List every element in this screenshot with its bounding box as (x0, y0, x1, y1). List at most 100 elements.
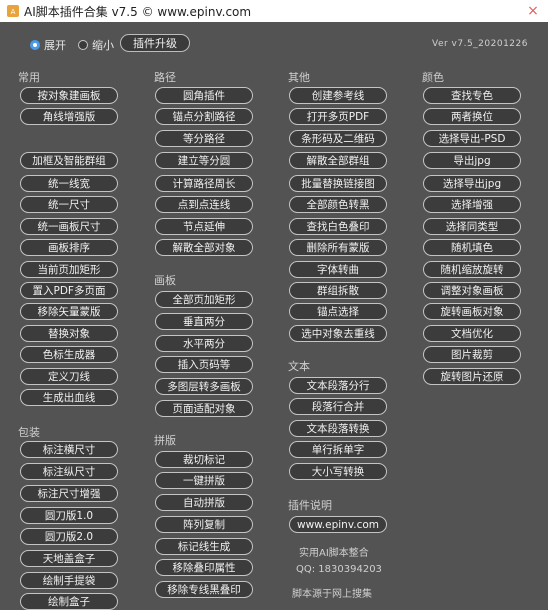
tool-button[interactable]: 角线增强版 (20, 108, 118, 125)
tool-button[interactable]: 标记线生成 (155, 538, 253, 555)
tool-button[interactable]: 生成出血线 (20, 389, 118, 406)
tool-button[interactable]: 打开多页PDF (289, 108, 387, 125)
tool-button[interactable]: 选择增强 (423, 196, 521, 213)
tool-button[interactable]: 色标生成器 (20, 346, 118, 363)
tool-button[interactable]: 查找专色 (423, 87, 521, 104)
tool-button[interactable]: 统一画板尺寸 (20, 218, 118, 235)
tool-button[interactable]: 点到点连线 (155, 196, 253, 213)
tool-button[interactable]: 旋转图片还原 (423, 368, 521, 385)
tool-button[interactable]: 移除专线黑叠印 (155, 581, 253, 598)
tool-button[interactable]: 等分路径 (155, 130, 253, 147)
tool-button[interactable]: 段落行合并 (289, 398, 387, 415)
tool-button[interactable]: 加框及智能群组 (20, 152, 118, 169)
tool-button[interactable]: 群组拆散 (289, 282, 387, 299)
tool-button[interactable]: 水平两分 (155, 335, 253, 352)
tool-button[interactable]: 绘制手提袋 (20, 572, 118, 589)
tool-button[interactable]: 选中对象去重线 (289, 325, 387, 342)
collapse-radio[interactable]: 缩小 (78, 37, 114, 53)
tool-button[interactable]: 导出jpg (423, 152, 521, 169)
window-title: AI脚本插件合集 v7.5 © www.epinv.com (24, 4, 252, 19)
info-line: QQ: 1830394203 (296, 564, 382, 575)
tool-button[interactable]: 调整对象画板 (423, 282, 521, 299)
tool-button[interactable]: 裁切标记 (155, 451, 253, 468)
tool-button[interactable]: 随机缩放旋转 (423, 261, 521, 278)
tool-button[interactable]: 旋转画板对象 (423, 303, 521, 320)
tool-button[interactable]: 绘制盒子 (20, 593, 118, 610)
tool-button[interactable]: 移除叠印属性 (155, 559, 253, 576)
tool-button[interactable]: 全部颜色转黑 (289, 196, 387, 213)
tool-button[interactable]: 圆角插件 (155, 87, 253, 104)
tool-button[interactable]: 置入PDF多页面 (20, 282, 118, 299)
tool-button[interactable]: 移除矢量蒙版 (20, 303, 118, 320)
tool-button[interactable]: 文本段落转换 (289, 420, 387, 437)
tool-button[interactable]: 节点延伸 (155, 218, 253, 235)
tool-button[interactable]: 选择导出-PSD (423, 130, 521, 147)
tool-button[interactable]: 删除所有蒙版 (289, 239, 387, 256)
tool-button[interactable]: 建立等分圆 (155, 152, 253, 169)
radio-unselected-icon (78, 40, 88, 50)
upgrade-button[interactable]: 插件升级 (120, 34, 190, 52)
tool-button[interactable]: 批量替换链接图 (289, 175, 387, 192)
tool-button[interactable]: 解散全部群组 (289, 152, 387, 169)
tool-button[interactable]: 圆刀版2.0 (20, 528, 118, 545)
tool-button[interactable]: 标注横尺寸 (20, 441, 118, 458)
tool-button[interactable]: 查找白色叠印 (289, 218, 387, 235)
tool-button[interactable]: 随机填色 (423, 239, 521, 256)
tool-button[interactable]: 选择同类型 (423, 218, 521, 235)
close-icon[interactable]: × (518, 0, 548, 22)
tool-button[interactable]: 替换对象 (20, 325, 118, 342)
section-color: 颜色 (422, 71, 444, 84)
tool-button[interactable]: 统一尺寸 (20, 196, 118, 213)
section-path: 路径 (154, 71, 176, 84)
expand-label: 展开 (44, 39, 66, 52)
tool-button[interactable]: 创建参考线 (289, 87, 387, 104)
tool-button[interactable]: 两者换位 (423, 108, 521, 125)
tool-button[interactable]: 锚点选择 (289, 303, 387, 320)
tool-button[interactable]: 当前页加矩形 (20, 261, 118, 278)
title-bar: A AI脚本插件合集 v7.5 © www.epinv.com × (0, 0, 548, 22)
section-packaging: 包装 (18, 426, 40, 439)
tool-button[interactable]: 计算路径周长 (155, 175, 253, 192)
tool-button[interactable]: 圆刀版1.0 (20, 507, 118, 524)
tool-button[interactable]: 一键拼版 (155, 472, 253, 489)
tool-button[interactable]: 选择导出jpg (423, 175, 521, 192)
tool-button[interactable]: 条形码及二维码 (289, 130, 387, 147)
tool-button[interactable]: 垂直两分 (155, 313, 253, 330)
section-text: 文本 (288, 360, 310, 373)
top-controls: 展开 缩小 插件升级 Ver v7.5_20201226 (0, 32, 548, 56)
tool-button[interactable]: 标注纵尺寸 (20, 463, 118, 480)
app-icon: A (6, 4, 20, 18)
svg-text:A: A (11, 8, 16, 16)
section-other: 其他 (288, 71, 310, 84)
tool-button[interactable]: 单行拆单字 (289, 441, 387, 458)
tool-button[interactable]: 解散全部对象 (155, 239, 253, 256)
info-line: 脚本源于网上搜集 (292, 589, 372, 600)
tool-button[interactable]: 大小写转换 (289, 463, 387, 480)
tool-button[interactable]: 字体转曲 (289, 261, 387, 278)
expand-radio[interactable]: 展开 (30, 37, 66, 53)
tool-button[interactable]: 统一线宽 (20, 175, 118, 192)
tool-button[interactable]: 插入页码等 (155, 356, 253, 373)
tool-button[interactable]: 文档优化 (423, 325, 521, 342)
version-label: Ver v7.5_20201226 (431, 39, 528, 49)
section-artboard: 画板 (154, 274, 176, 287)
tool-button[interactable]: 阵列复制 (155, 516, 253, 533)
radio-selected-icon (30, 40, 40, 50)
tool-button[interactable]: 按对象建画板 (20, 87, 118, 104)
section-common: 常用 (18, 71, 40, 84)
tool-button[interactable]: 多图层转多画板 (155, 378, 253, 395)
tool-button[interactable]: 全部页加矩形 (155, 291, 253, 308)
tool-button[interactable]: 天地盖盒子 (20, 550, 118, 567)
tool-button[interactable]: 文本段落分行 (289, 377, 387, 394)
collapse-label: 缩小 (92, 39, 114, 52)
tool-button[interactable]: 标注尺寸增强 (20, 485, 118, 502)
tool-button[interactable]: 自动拼版 (155, 494, 253, 511)
section-plugin-info: 插件说明 (288, 499, 332, 512)
plugin-window: A AI脚本插件合集 v7.5 © www.epinv.com × 展开 缩小 … (0, 0, 548, 610)
tool-button[interactable]: 锚点分割路径 (155, 108, 253, 125)
tool-button[interactable]: 画板排序 (20, 239, 118, 256)
tool-button[interactable]: 图片裁剪 (423, 346, 521, 363)
website-button[interactable]: www.epinv.com (289, 516, 387, 533)
tool-button[interactable]: 定义刀线 (20, 368, 118, 385)
tool-button[interactable]: 页面适配对象 (155, 400, 253, 417)
